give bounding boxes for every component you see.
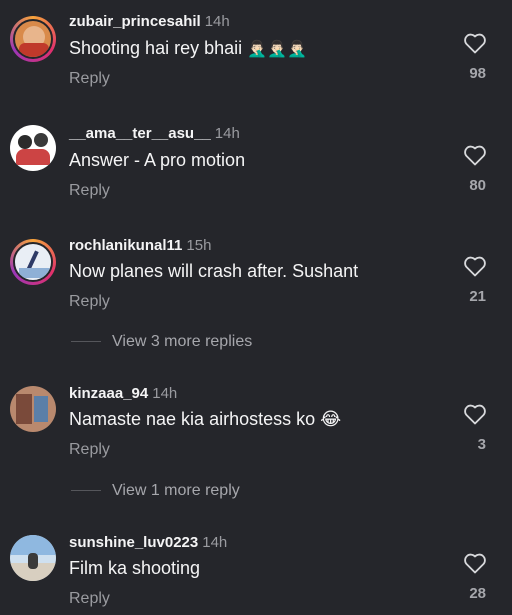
- comment-meta: kinzaaa_94 14h: [69, 385, 177, 402]
- comment-meta: rochlanikunal11 15h: [69, 237, 211, 254]
- heart-outline-icon[interactable]: [463, 32, 487, 54]
- heart-outline-icon[interactable]: [463, 552, 487, 574]
- view-more-replies-button[interactable]: View 3 more replies: [71, 333, 252, 351]
- avatar[interactable]: [10, 125, 56, 171]
- comment-text: Shooting hai rey bhaii 🤦🏻‍♂️🤦🏻‍♂️🤦🏻‍♂️: [69, 38, 307, 59]
- comment-text: Namaste nae kia airhostess ko 😂: [69, 409, 341, 430]
- like-count: 28: [469, 585, 486, 602]
- avatar[interactable]: [10, 386, 56, 432]
- reply-button[interactable]: Reply: [69, 441, 110, 459]
- comment-body: Shooting hai rey bhaii: [69, 38, 243, 58]
- like-count: 21: [469, 288, 486, 305]
- timestamp: 15h: [186, 237, 212, 254]
- timestamp: 14h: [204, 13, 230, 30]
- reply-button[interactable]: Reply: [69, 70, 110, 88]
- like-count: 3: [477, 436, 486, 453]
- timestamp: 14h: [214, 125, 240, 142]
- heart-outline-icon[interactable]: [463, 255, 487, 277]
- comment-meta: sunshine_luv0223 14h: [69, 534, 227, 551]
- heart-outline-icon[interactable]: [463, 403, 487, 425]
- comment-body: Namaste nae kia airhostess ko: [69, 409, 316, 429]
- reply-button[interactable]: Reply: [69, 590, 110, 608]
- comment-text: Film ka shooting: [69, 558, 201, 578]
- avatar[interactable]: [10, 239, 56, 285]
- heart-outline-icon[interactable]: [463, 144, 487, 166]
- laughing-emoji: 😂: [320, 409, 342, 429]
- timestamp: 14h: [202, 534, 228, 551]
- like-count: 98: [469, 65, 486, 82]
- comment-meta: __ama__ter__asu__ 14h: [69, 125, 240, 142]
- like-count: 80: [469, 177, 486, 194]
- view-more-replies-button[interactable]: View 1 more reply: [71, 482, 240, 500]
- timestamp: 14h: [152, 385, 178, 402]
- username[interactable]: zubair_princesahil: [69, 13, 201, 30]
- replies-divider: [71, 341, 101, 343]
- username[interactable]: __ama__ter__asu__: [69, 125, 211, 142]
- comment-meta: zubair_princesahil 14h: [69, 13, 230, 30]
- username[interactable]: kinzaaa_94: [69, 385, 148, 402]
- view-more-label: View 1 more reply: [112, 482, 240, 499]
- username[interactable]: rochlanikunal11: [69, 237, 182, 254]
- comment-text: Answer - A pro motion: [69, 150, 246, 170]
- replies-divider: [71, 490, 101, 492]
- avatar[interactable]: [10, 16, 56, 62]
- view-more-label: View 3 more replies: [112, 333, 253, 350]
- facepalm-emoji: 🤦🏻‍♂️🤦🏻‍♂️🤦🏻‍♂️: [247, 41, 307, 58]
- comment-text: Now planes will crash after. Sushant: [69, 261, 359, 281]
- reply-button[interactable]: Reply: [69, 182, 110, 200]
- avatar[interactable]: [10, 535, 56, 581]
- username[interactable]: sunshine_luv0223: [69, 534, 198, 551]
- reply-button[interactable]: Reply: [69, 293, 110, 311]
